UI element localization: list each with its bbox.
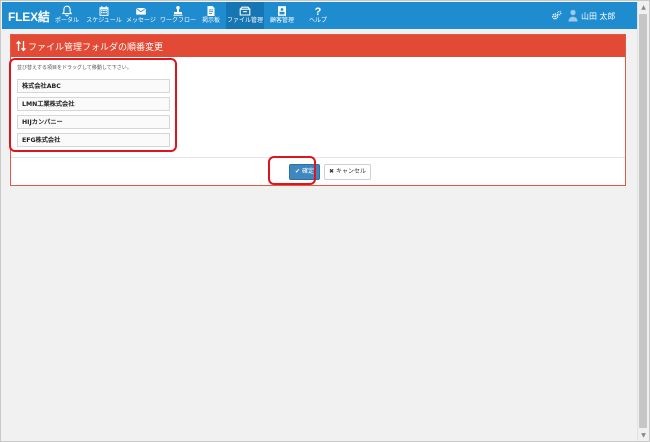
drag-hint: 並び替えする項目をドラッグして移動して下さい。 xyxy=(17,65,132,71)
close-icon: ✖ xyxy=(328,168,334,175)
nav-schedule-label: スケジュール xyxy=(86,17,122,24)
vertical-scrollbar[interactable]: ▲ ▼ xyxy=(637,2,648,441)
nav-customer-management-label: 顧客管理 xyxy=(269,17,294,24)
document-icon xyxy=(207,6,215,16)
panel-header: ファイル管理フォルダの順番変更 xyxy=(11,35,625,57)
nav-workflow[interactable]: ワークフロー xyxy=(160,2,196,29)
confirm-button[interactable]: ✔ 確定 xyxy=(289,164,320,180)
nav-schedule[interactable]: スケジュール xyxy=(86,2,122,29)
envelope-icon xyxy=(135,7,147,15)
nav-bulletin-label: 掲示板 xyxy=(201,17,220,24)
panel-title: ファイル管理フォルダの順番変更 xyxy=(28,43,164,53)
help-icon: ? xyxy=(315,6,322,17)
sortable-item[interactable]: EFG株式会社 xyxy=(17,133,170,147)
cancel-button[interactable]: ✖ キャンセル xyxy=(324,164,371,180)
nav-portal-label: ポータル xyxy=(54,17,79,24)
nav-workflow-label: ワークフロー xyxy=(160,17,197,24)
gears-icon[interactable] xyxy=(551,10,562,21)
user-icon[interactable] xyxy=(568,9,578,22)
sortable-item[interactable]: HIJカンパニー xyxy=(17,115,170,129)
sort-icon xyxy=(16,40,26,52)
stamp-icon xyxy=(173,6,183,16)
panel-footer: ✔ 確定 ✖ キャンセル xyxy=(11,157,625,185)
sortable-item[interactable]: LMN工業株式会社 xyxy=(17,97,170,111)
calendar-icon xyxy=(99,6,109,16)
app-window: FLEX結 ポータル スケジュール メッセージ ワークフロー 掲示板 ファイル管… xyxy=(0,0,650,442)
scroll-thumb[interactable] xyxy=(639,14,647,428)
reorder-panel: ファイル管理フォルダの順番変更 並び替えする項目をドラッグして移動して下さい。 … xyxy=(10,34,626,186)
app-logo[interactable]: FLEX結 xyxy=(8,8,50,25)
cancel-button-label: キャンセル xyxy=(336,168,367,175)
top-navbar: FLEX結 ポータル スケジュール メッセージ ワークフロー 掲示板 ファイル管… xyxy=(2,2,638,29)
bell-icon xyxy=(61,5,73,17)
nav-help[interactable]: ? ヘルプ xyxy=(302,2,334,29)
sortable-item[interactable]: 株式会社ABC xyxy=(17,79,170,93)
scroll-down-arrow-icon[interactable]: ▼ xyxy=(638,430,649,441)
nav-portal[interactable]: ポータル xyxy=(50,2,84,29)
nav-file-management[interactable]: ファイル管理 xyxy=(226,2,264,29)
scroll-up-arrow-icon[interactable]: ▲ xyxy=(638,2,649,13)
svg-text:?: ? xyxy=(315,6,322,17)
nav-customer-management[interactable]: 顧客管理 xyxy=(266,2,298,29)
id-card-icon xyxy=(278,6,286,16)
check-icon: ✔ xyxy=(294,168,300,175)
nav-file-management-label: ファイル管理 xyxy=(226,17,263,24)
nav-message[interactable]: メッセージ xyxy=(124,2,158,29)
confirm-button-label: 確定 xyxy=(302,168,315,175)
user-name[interactable]: 山田 太郎 xyxy=(581,11,616,22)
nav-bulletin[interactable]: 掲示板 xyxy=(198,2,224,29)
panel-body: 並び替えする項目をドラッグして移動して下さい。 株式会社ABC LMN工業株式会… xyxy=(11,57,625,162)
folder-icon xyxy=(239,6,251,16)
nav-message-label: メッセージ xyxy=(126,17,156,24)
nav-help-label: ヘルプ xyxy=(308,17,327,24)
